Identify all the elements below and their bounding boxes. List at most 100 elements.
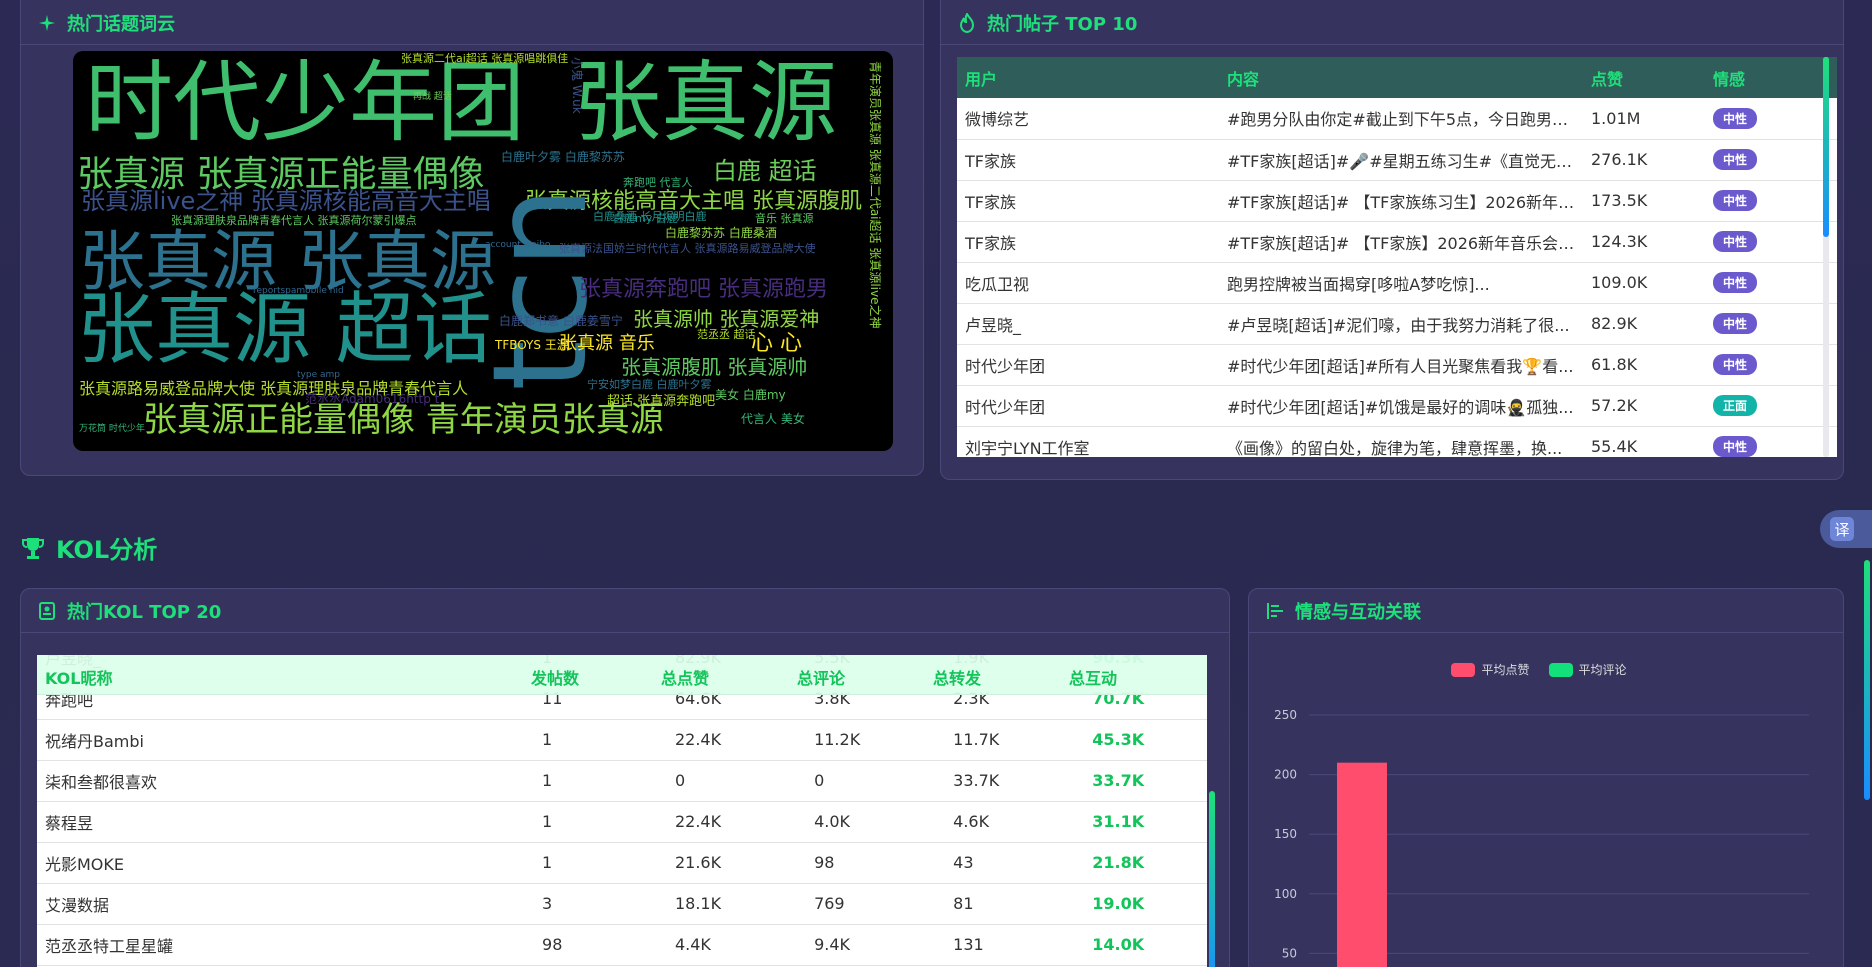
table-row[interactable]: 范丞丞特工星星罐 98 4.4K 9.4K 131 14.0K — [37, 924, 1207, 966]
translate-button[interactable]: 译 — [1820, 510, 1872, 548]
kol-posts-cell: 98 — [534, 924, 667, 966]
table-row[interactable]: 时代少年团 #时代少年团[超话]#饥饿是最好的调味🥷孤独... 57.2K 正面 — [957, 385, 1837, 427]
y-tick-label: 200 — [1274, 768, 1297, 782]
sentiment-badge: 中性 — [1713, 107, 1758, 129]
post-sentiment-cell: 中性 — [1705, 303, 1837, 345]
post-user-cell: TF家族 — [957, 221, 1219, 263]
wordcloud-word: 范丞丞Adam0616http t — [305, 392, 440, 406]
table-row[interactable]: TF家族 #TF家族[超话]# 【TF家族】2026新年音乐会「... 124.3K… — [957, 221, 1837, 263]
wordcloud-word: 美女 白鹿my — [715, 388, 786, 402]
sentiment-badge: 中性 — [1713, 354, 1758, 375]
kol-likes-cell: 22.4K — [666, 801, 807, 843]
table-row[interactable]: 刘宇宁LYN工作室 《画像》的留白处，旋律为笔，肆意挥墨，换... 55.4K 中性 — [957, 426, 1837, 457]
kol-total-cell: 33.7K — [1084, 760, 1207, 802]
post-likes-cell: 173.5K — [1583, 180, 1705, 222]
posts-scrollbar[interactable] — [1823, 57, 1829, 457]
table-row[interactable]: TF家族 #TF家族[超话]# 【TF家族练习生】2026新年音... 173.5K… — [957, 180, 1837, 222]
kol-likes-cell: 18.1K — [666, 883, 807, 925]
post-content-cell: #时代少年团[超话]#饥饿是最好的调味🥷孤独... — [1219, 385, 1583, 427]
post-content-cell: #卢昱晓[超话]#泥们嚎，由于我努力消耗了很... — [1219, 303, 1583, 345]
sentiment-badge: 中性 — [1713, 436, 1758, 457]
table-row[interactable]: 蔡程昱 1 22.4K 4.0K 4.6K 31.1K — [37, 801, 1207, 843]
table-row[interactable]: 时代少年团 #时代少年团[超话]#所有人目光聚焦看我🏆看... 61.8K 中性 — [957, 344, 1837, 386]
sentiment-badge: 正面 — [1713, 395, 1758, 416]
hot-posts-card: 热门帖子 TOP 10 用户 内容 点赞 情感 微博综艺 #跑男分队由你定#截止到… — [940, 0, 1844, 480]
fire-icon — [957, 12, 977, 33]
posts-scrollbar-thumb[interactable] — [1823, 57, 1829, 237]
post-sentiment-cell: 中性 — [1705, 262, 1837, 304]
kol-top-title: 热门KOL TOP 20 — [67, 601, 222, 623]
wordcloud-word: 时代少年团 — [85, 51, 526, 154]
kol-comments-cell: 11.2K — [806, 719, 946, 761]
wordcloud-word: reportspamobile nid — [253, 286, 344, 296]
kol-name-cell: 柒和叁都很喜欢 — [37, 760, 535, 802]
wordcloud-card: 热门话题词云 时代少年团 张真源 张真源 张真源正能量偶像 白鹿 超话 张真源live之… — [20, 0, 924, 476]
wordcloud-word: type amp — [297, 370, 340, 380]
wordcloud-word: 白鹿叶夕雾 白鹿黎苏苏 — [501, 150, 625, 164]
table-row[interactable]: 微博综艺 #跑男分队由你定#截止到下午5点，今日跑男团... 1.01M 中性 — [957, 98, 1837, 140]
col-user[interactable]: 用户 — [957, 57, 1219, 98]
post-content-cell: #TF家族[超话]#🎤#星期五练习生#《直觉无限... — [1219, 139, 1583, 181]
kol-scrollbar[interactable] — [1209, 791, 1215, 967]
wordcloud-word: 小鬼 W.uk — [570, 57, 584, 114]
table-header-row: 用户 内容 点赞 情感 — [957, 57, 1837, 98]
table-row[interactable]: 艾漫数据 3 18.1K 769 81 19.0K — [37, 883, 1207, 925]
col-total-likes[interactable]: 总点赞 — [661, 665, 709, 689]
kol-section-title: KOL分析 — [20, 530, 157, 565]
post-likes-cell: 1.01M — [1583, 98, 1705, 140]
sentiment-badge: 中性 — [1713, 149, 1758, 170]
wordcloud-word: 张真源二代ai超话 张真源唱跳俱佳 — [401, 52, 569, 65]
wordcloud-title: 热门话题词云 — [67, 13, 175, 35]
wordcloud-card-header: 热门话题词云 — [21, 0, 923, 45]
col-posts[interactable]: 发帖数 — [531, 665, 579, 689]
wordcloud-word: 代言人 美女 — [741, 412, 805, 426]
kol-table[interactable]: KOL昵称 发帖数 总点赞 总评论 总转发 总互动 卢昱晓_182.9K5.5K… — [37, 655, 1207, 967]
col-content[interactable]: 内容 — [1219, 57, 1583, 98]
post-user-cell: 吃瓜卫视 — [957, 262, 1219, 304]
kol-posts-cell: 1 — [534, 719, 667, 761]
wordcloud-word: 音乐 张真源 — [755, 212, 814, 225]
wordcloud-word: 张真源 超话 — [77, 285, 492, 375]
table-row[interactable]: TF家族 #TF家族[超话]#🎤#星期五练习生#《直觉无限... 276.1K 中性 — [957, 139, 1837, 181]
col-total-comments[interactable]: 总评论 — [797, 665, 845, 689]
table-row[interactable]: 光影MOKE 1 21.6K 98 43 21.8K — [37, 842, 1207, 884]
wordcloud-word: 宁安如梦白鹿 白鹿叶夕雾 — [587, 378, 712, 391]
post-content-cell: #TF家族[超话]# 【TF家族】2026新年音乐会「... — [1219, 221, 1583, 263]
sentiment-badge: 中性 — [1713, 190, 1758, 211]
wordcloud-word: 白鹿郑书意 白鹿姜雪宁 — [499, 314, 623, 328]
wordcloud-word: 张真源 音乐 — [559, 333, 655, 354]
kol-name-cell: 范丞丞特工星星罐 — [37, 924, 535, 966]
wordcloud-word: 张真源帅 张真源爱神 — [633, 307, 820, 331]
col-total-interaction[interactable]: 总互动 — [1069, 665, 1117, 689]
kol-likes-cell: 22.4K — [666, 719, 807, 761]
kol-name-cell: 光影MOKE — [37, 842, 535, 884]
post-user-cell: 时代少年团 — [957, 344, 1219, 386]
trophy-icon — [20, 535, 46, 561]
post-sentiment-cell: 中性 — [1705, 98, 1837, 140]
wordcloud-word: 白鹿黎苏苏 白鹿桑酒 — [665, 226, 777, 240]
col-likes[interactable]: 点赞 — [1583, 57, 1705, 98]
y-tick-label: 250 — [1274, 708, 1297, 722]
table-row[interactable]: 祝绪丹Bambi 1 22.4K 11.2K 11.7K 45.3K — [37, 719, 1207, 761]
wordcloud-word: 张真源奔跑吧 张真源跑男 — [579, 277, 828, 302]
post-likes-cell: 124.3K — [1583, 221, 1705, 263]
kol-name-cell: 祝绪丹Bambi — [37, 719, 535, 761]
kol-comments-cell: 769 — [806, 883, 946, 925]
col-total-reposts[interactable]: 总转发 — [933, 665, 981, 689]
page-scrollbar[interactable] — [1864, 560, 1870, 800]
wordcloud-word: 张真源live之神 张真源核能高音大主唱 — [81, 187, 491, 215]
hot-posts-table[interactable]: 用户 内容 点赞 情感 微博综艺 #跑男分队由你定#截止到下午5点，今日跑男团..… — [957, 57, 1837, 457]
table-row[interactable]: 吃瓜卫视 跑男控牌被当面揭穿[哆啦A梦吃惊]... 109.0K 中性 — [957, 262, 1837, 304]
post-sentiment-cell: 中性 — [1705, 180, 1837, 222]
wordcloud-word: 张真源法国娇兰时代代言人 张真源路易威登品牌大使 — [559, 242, 816, 255]
wordcloud-word: 再战 超话 — [413, 92, 452, 102]
wordcloud-word: TFBOYS 王源 — [495, 338, 569, 352]
col-kol-name[interactable]: KOL昵称 — [45, 665, 112, 689]
kol-likes-cell: 4.4K — [666, 924, 807, 966]
col-sentiment[interactable]: 情感 — [1705, 57, 1837, 98]
wordcloud-word: 白鹿 超话 — [713, 157, 817, 185]
table-row[interactable]: 卢昱晓_ #卢昱晓[超话]#泥们嚎，由于我努力消耗了很... 82.9K 中性 — [957, 303, 1837, 345]
bar-avg-likes[interactable] — [1337, 762, 1387, 967]
table-row[interactable]: 柒和叁都很喜欢 1 0 0 33.7K 33.7K — [37, 760, 1207, 802]
y-tick-label: 150 — [1274, 827, 1297, 841]
